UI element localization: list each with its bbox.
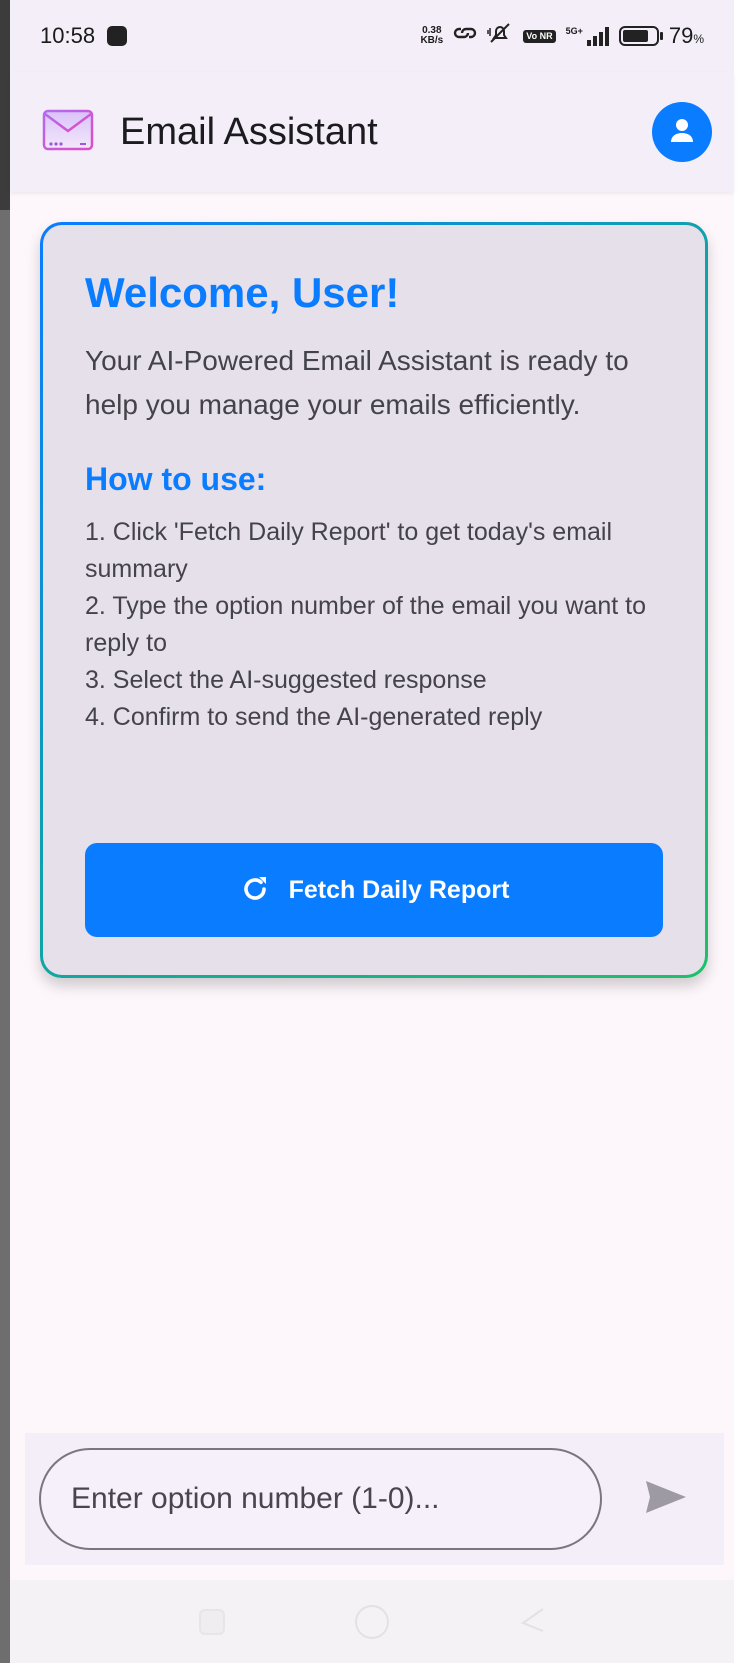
battery-percent: 79% xyxy=(669,23,704,49)
send-button[interactable] xyxy=(636,1469,696,1529)
app-title: Email Assistant xyxy=(120,110,378,153)
network-speed-unit: KB/s xyxy=(420,35,444,46)
fetch-daily-report-button[interactable]: Fetch Daily Report xyxy=(85,843,663,937)
battery-tip xyxy=(659,32,663,40)
status-time: 10:58 xyxy=(40,23,96,48)
send-icon xyxy=(644,1479,688,1519)
background-window-strip xyxy=(0,0,10,1663)
notification-icon xyxy=(107,26,128,46)
battery-fill xyxy=(622,30,649,42)
link-icon xyxy=(453,23,477,49)
system-nav-bar xyxy=(10,1580,734,1663)
welcome-title: Welcome, User! xyxy=(85,269,400,316)
howto-title: How to use: xyxy=(85,461,267,497)
signal-label: 5G+ xyxy=(565,26,583,36)
phone-screen: 10:58 0.38 KB/s Vo NR 5G+ 79% Email Assi… xyxy=(10,0,734,1663)
message-input-bar xyxy=(25,1433,724,1565)
battery-icon xyxy=(618,26,663,46)
app-bar: Email Assistant xyxy=(10,72,734,192)
mail-icon xyxy=(42,108,94,156)
option-number-input[interactable] xyxy=(39,1448,602,1550)
welcome-description: Your AI-Powered Email Assistant is ready… xyxy=(85,345,629,420)
status-indicators: 0.38 KB/s Vo NR 5G+ 79% xyxy=(420,22,704,50)
howto-step: 2. Type the option number of the email y… xyxy=(85,592,646,657)
account-button[interactable] xyxy=(652,102,712,162)
howto-step: 3. Select the AI-suggested response xyxy=(85,666,487,694)
howto-steps: 1. Click 'Fetch Daily Report' to get tod… xyxy=(85,514,663,736)
status-bar: 10:58 0.38 KB/s Vo NR 5G+ 79% xyxy=(10,0,734,72)
back-button[interactable] xyxy=(519,1607,545,1637)
recents-button[interactable] xyxy=(199,1608,225,1635)
welcome-card-body: Welcome, User! Your AI-Powered Email Ass… xyxy=(43,225,705,975)
refresh-icon xyxy=(239,873,271,908)
background-window-strip-top xyxy=(0,0,10,210)
welcome-card: Welcome, User! Your AI-Powered Email Ass… xyxy=(40,222,708,978)
signal-icon: 5G+ xyxy=(566,26,609,46)
fetch-button-label: Fetch Daily Report xyxy=(288,875,510,904)
home-button[interactable] xyxy=(355,1604,389,1639)
mute-bell-icon xyxy=(487,22,513,50)
network-speed: 0.38 KB/s xyxy=(420,26,443,46)
battery-percent-value: 79 xyxy=(668,23,694,48)
howto-step: 1. Click 'Fetch Daily Report' to get tod… xyxy=(85,518,613,583)
howto-step: 4. Confirm to send the AI-generated repl… xyxy=(85,703,543,731)
account-icon xyxy=(668,116,696,148)
battery-percent-unit: % xyxy=(693,32,704,46)
volte-badge: Vo NR xyxy=(523,29,556,43)
